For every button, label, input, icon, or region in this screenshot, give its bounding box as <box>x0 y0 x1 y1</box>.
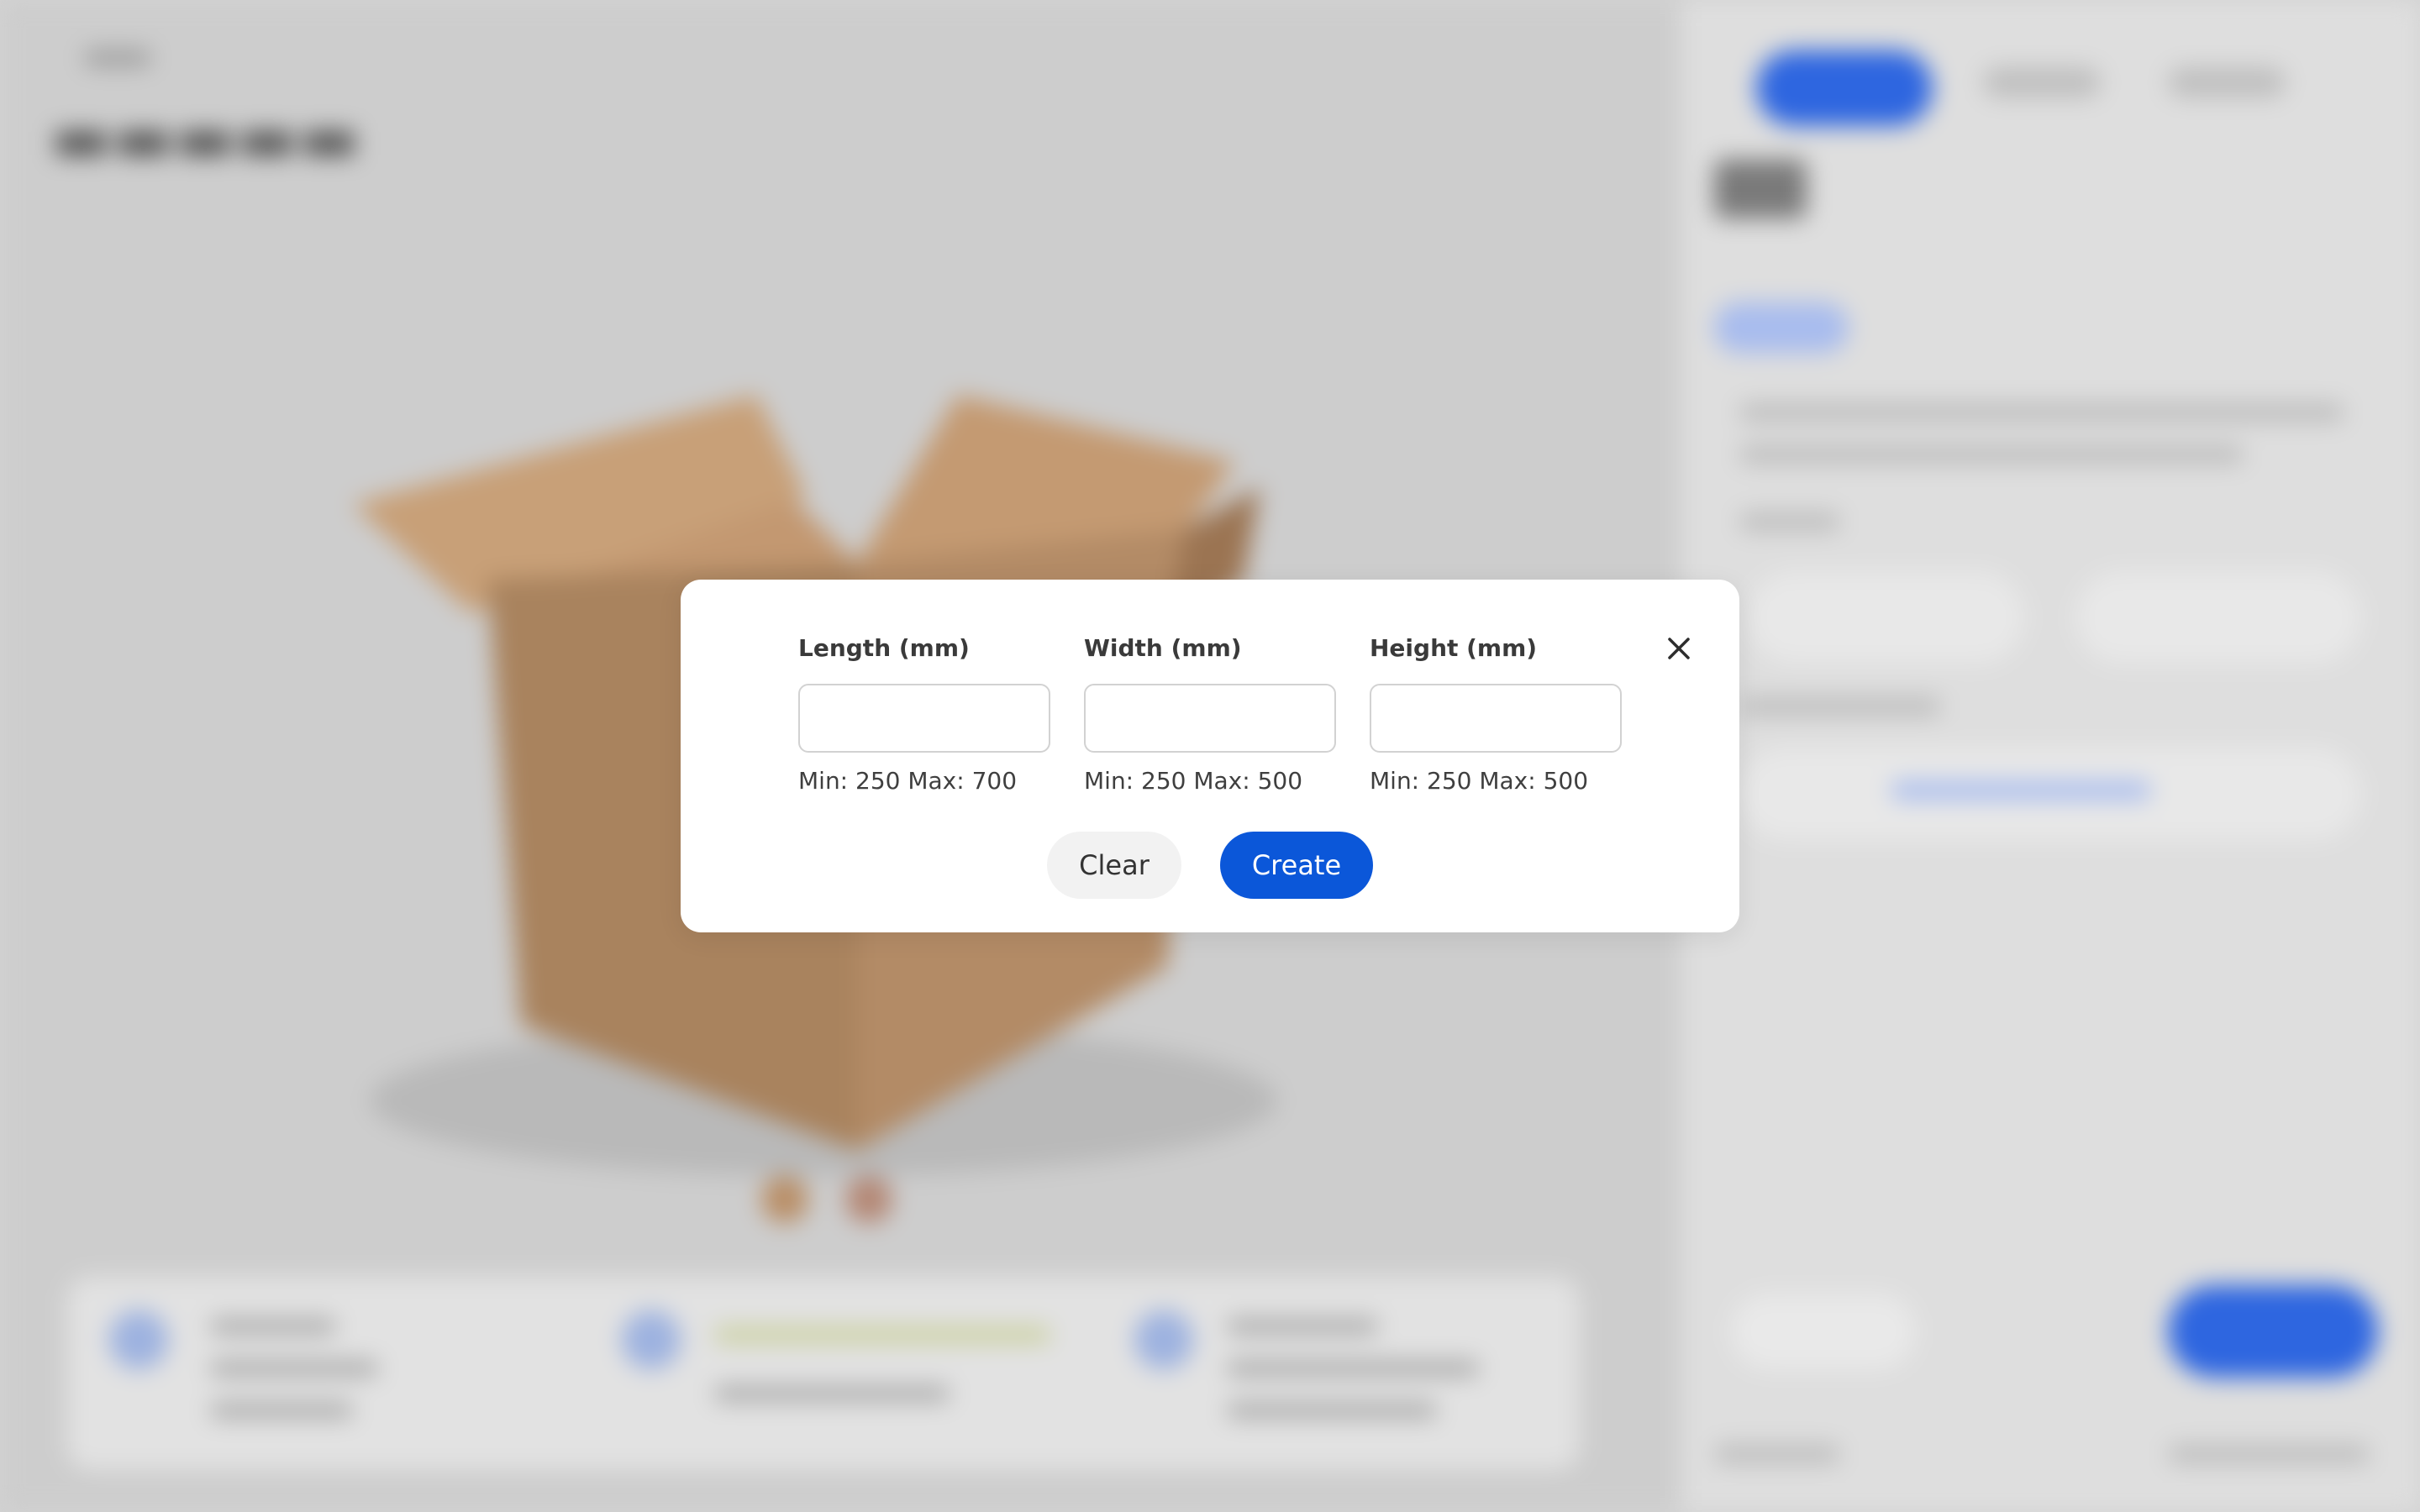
info-strip <box>67 1277 1580 1470</box>
length-label: Length (mm) <box>798 634 970 662</box>
panel-primary-button <box>2168 1285 2378 1378</box>
height-input[interactable] <box>1370 684 1622 753</box>
panel-heading-placeholder <box>1714 160 1807 218</box>
width-field: Width (mm) Min: 250 Max: 500 <box>1084 632 1336 798</box>
app-screen: ▬▬▬▬▬ Length (mm) Min: 250 Max: 700 Widt… <box>0 0 2420 1512</box>
dimensions-modal: Length (mm) Min: 250 Max: 700 Width (mm)… <box>681 580 1739 932</box>
panel-tab <box>1983 67 2101 97</box>
height-label: Height (mm) <box>1370 634 1538 662</box>
height-field: Height (mm) Min: 250 Max: 500 <box>1370 632 1622 798</box>
clear-button[interactable]: Clear <box>1047 832 1181 899</box>
thumbnail-1 <box>761 1176 808 1223</box>
width-hint: Min: 250 Max: 500 <box>1084 767 1303 795</box>
panel-tab-active <box>1756 50 1933 126</box>
panel-tab <box>2168 67 2286 97</box>
close-icon <box>1668 638 1690 659</box>
create-button[interactable]: Create <box>1220 832 1373 899</box>
width-label: Width (mm) <box>1084 634 1242 662</box>
brand-subtitle-placeholder <box>84 50 151 66</box>
panel-option <box>1748 571 2025 664</box>
length-input[interactable] <box>798 684 1050 753</box>
panel-option <box>2075 571 2361 664</box>
height-hint: Min: 250 Max: 500 <box>1370 767 1589 795</box>
thumbnail-2 <box>845 1176 892 1223</box>
width-input[interactable] <box>1084 684 1336 753</box>
close-button[interactable] <box>1655 625 1702 672</box>
panel-chip <box>1714 302 1849 353</box>
length-field: Length (mm) Min: 250 Max: 700 <box>798 632 1050 798</box>
brand-logo-placeholder: ▬▬▬▬▬ <box>50 101 360 176</box>
length-hint: Min: 250 Max: 700 <box>798 767 1018 795</box>
panel-secondary-button <box>1731 1294 1916 1369</box>
